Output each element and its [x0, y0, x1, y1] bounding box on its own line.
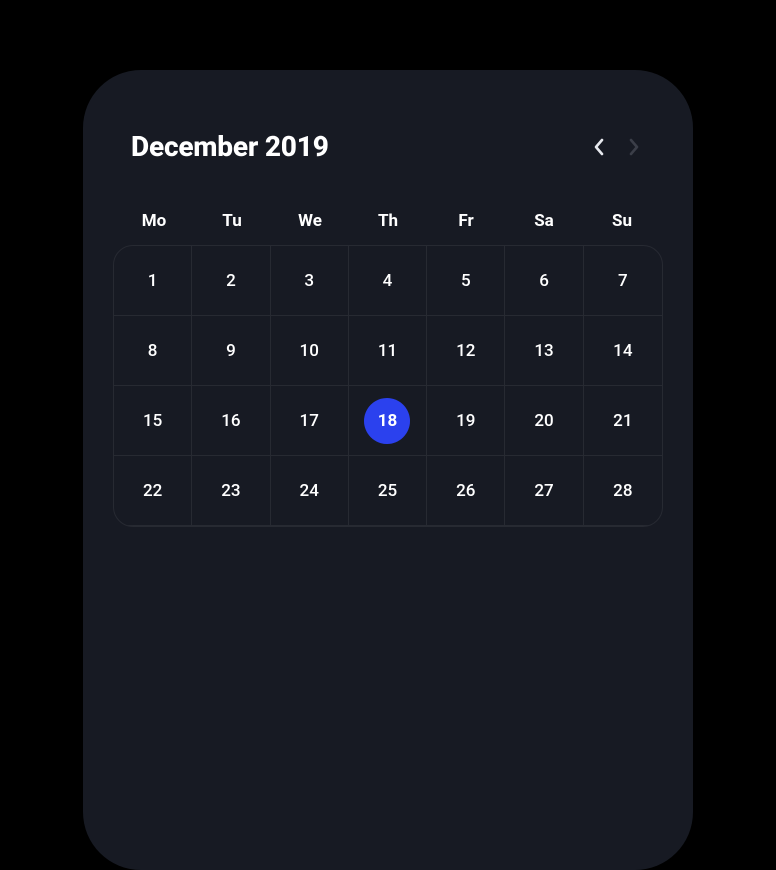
day-cell[interactable]: 8: [114, 316, 192, 386]
day-number: 21: [613, 411, 632, 431]
day-cell[interactable]: 23: [192, 456, 270, 526]
day-cell[interactable]: 2: [192, 246, 270, 316]
day-number: 17: [300, 411, 319, 431]
weekday-label: Mo: [115, 211, 193, 231]
day-cell[interactable]: 13: [505, 316, 583, 386]
day-number: 14: [613, 341, 632, 361]
day-cell[interactable]: 24: [271, 456, 349, 526]
day-number: 23: [221, 481, 240, 501]
day-cell[interactable]: 25: [349, 456, 427, 526]
day-number: 22: [143, 481, 162, 501]
day-cell[interactable]: 11: [349, 316, 427, 386]
day-cell[interactable]: 6: [505, 246, 583, 316]
day-cell[interactable]: 12: [427, 316, 505, 386]
day-cell[interactable]: 15: [114, 386, 192, 456]
day-number: 15: [143, 411, 162, 431]
day-cell[interactable]: 14: [584, 316, 662, 386]
chevron-left-icon: [593, 138, 604, 156]
day-number: 24: [300, 481, 319, 501]
month-nav: [587, 136, 645, 158]
day-cell[interactable]: 27: [505, 456, 583, 526]
day-number: 25: [378, 481, 397, 501]
day-cell[interactable]: 26: [427, 456, 505, 526]
calendar-header: December 2019: [113, 110, 663, 193]
day-number: 28: [613, 481, 632, 501]
day-number: 27: [534, 481, 553, 501]
weekday-label: Su: [583, 211, 661, 231]
day-number: 9: [226, 341, 236, 361]
day-number: 2: [226, 271, 236, 291]
phone-frame: December 2019 Mo Tu We Th Fr Sa Su 12345…: [83, 70, 693, 870]
chevron-right-icon: [629, 138, 640, 156]
day-cell[interactable]: 4: [349, 246, 427, 316]
weekday-label: Fr: [427, 211, 505, 231]
day-cell[interactable]: 16: [192, 386, 270, 456]
day-number: 3: [304, 271, 314, 291]
weekday-label: Sa: [505, 211, 583, 231]
day-cell[interactable]: 20: [505, 386, 583, 456]
weekday-label: Tu: [193, 211, 271, 231]
weekday-row: Mo Tu We Th Fr Sa Su: [113, 211, 663, 245]
day-cell[interactable]: 9: [192, 316, 270, 386]
day-number: 16: [221, 411, 240, 431]
day-number: 12: [456, 341, 475, 361]
prev-month-button[interactable]: [587, 136, 609, 158]
day-cell[interactable]: 17: [271, 386, 349, 456]
day-number: 6: [539, 271, 549, 291]
day-number: 11: [378, 341, 397, 361]
day-number: 13: [534, 341, 553, 361]
day-number: 1: [148, 271, 158, 291]
day-cell[interactable]: 7: [584, 246, 662, 316]
day-cell[interactable]: 10: [271, 316, 349, 386]
calendar-grid: 1234567891011121314151617181920212223242…: [113, 245, 663, 527]
day-cell[interactable]: 28: [584, 456, 662, 526]
day-number: 19: [456, 411, 475, 431]
day-cell[interactable]: 19: [427, 386, 505, 456]
day-number: 7: [618, 271, 628, 291]
day-number: 5: [461, 271, 471, 291]
month-year-title: December 2019: [131, 130, 329, 163]
day-number: 8: [148, 341, 158, 361]
day-cell[interactable]: 3: [271, 246, 349, 316]
day-number: 18: [378, 411, 398, 431]
day-number: 4: [383, 271, 393, 291]
weekday-label: Th: [349, 211, 427, 231]
day-cell[interactable]: 22: [114, 456, 192, 526]
day-cell[interactable]: 5: [427, 246, 505, 316]
weekday-label: We: [271, 211, 349, 231]
day-cell[interactable]: 21: [584, 386, 662, 456]
day-number: 20: [534, 411, 553, 431]
day-number: 10: [300, 341, 319, 361]
next-month-button[interactable]: [623, 136, 645, 158]
day-number: 26: [456, 481, 475, 501]
day-cell[interactable]: 1: [114, 246, 192, 316]
day-cell[interactable]: 18: [349, 386, 427, 456]
